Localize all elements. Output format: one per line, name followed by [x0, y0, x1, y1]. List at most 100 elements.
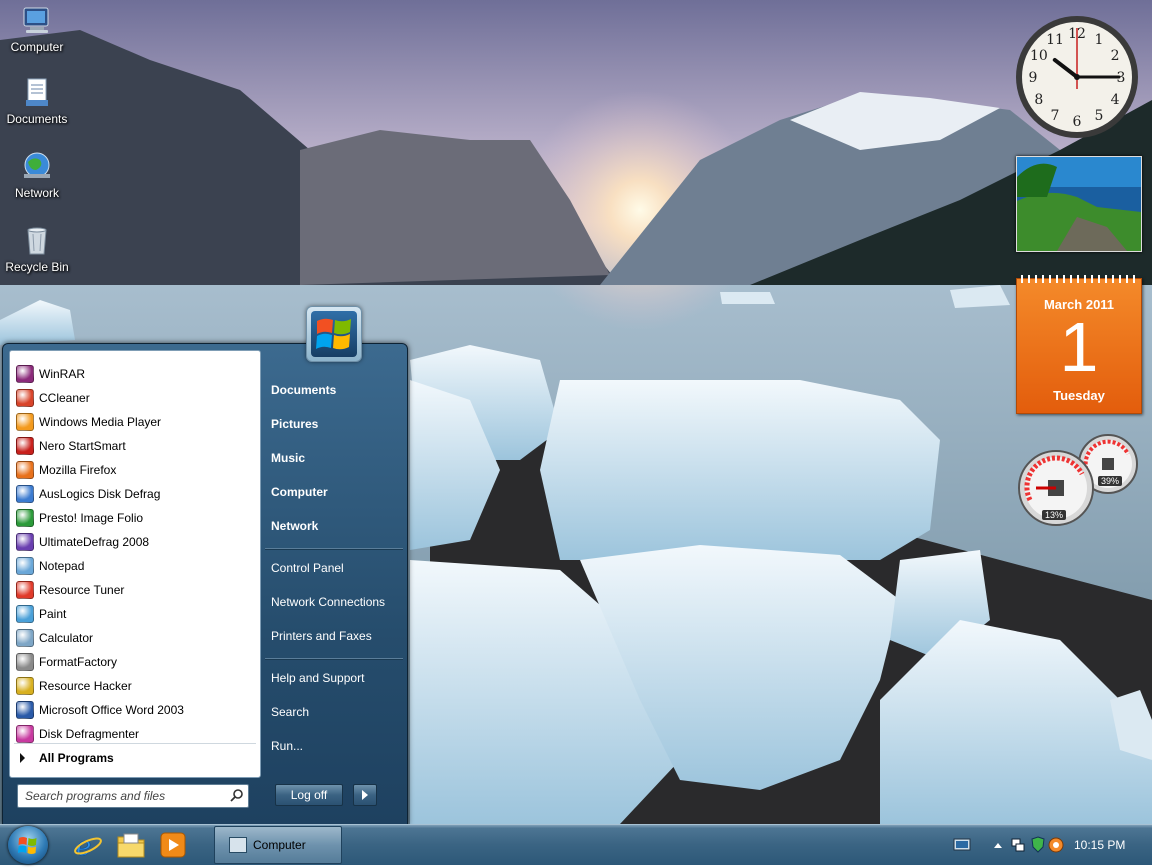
- resource-hacker-icon: [16, 677, 34, 695]
- ultimatedefrag-icon: [16, 533, 34, 551]
- network-icon: [20, 150, 54, 184]
- security-shield-icon[interactable]: [1030, 825, 1046, 865]
- image-folio-icon: [16, 509, 34, 527]
- calculator-icon: [16, 629, 34, 647]
- program-item[interactable]: Nero StartSmart: [16, 435, 254, 457]
- calendar-weekday: Tuesday: [1053, 388, 1105, 403]
- program-item[interactable]: Disk Defragmenter: [16, 723, 254, 745]
- update-tray-icon[interactable]: [1048, 825, 1064, 865]
- program-label: UltimateDefrag 2008: [39, 535, 150, 549]
- network-tray-icon[interactable]: [1010, 825, 1026, 865]
- start-link-network[interactable]: Network: [271, 519, 318, 533]
- taskbar-clock[interactable]: 10:15 PM: [1074, 838, 1125, 852]
- logoff-button[interactable]: Log off: [275, 784, 343, 806]
- desktop-icon-network[interactable]: Network: [0, 150, 74, 200]
- program-label: Resource Tuner: [39, 583, 125, 597]
- show-hidden-icons-button[interactable]: [992, 825, 1004, 865]
- start-link-printers-faxes[interactable]: Printers and Faxes: [271, 629, 372, 643]
- all-programs-label: All Programs: [39, 751, 114, 765]
- desktop-icon-recycle-bin[interactable]: Recycle Bin: [0, 224, 74, 274]
- nero-icon: [16, 437, 34, 455]
- program-item[interactable]: Resource Hacker: [16, 675, 254, 697]
- program-item[interactable]: CCleaner: [16, 387, 254, 409]
- media-player-icon[interactable]: [158, 831, 188, 859]
- program-item[interactable]: Calculator: [16, 627, 254, 649]
- desktop-icon-computer[interactable]: Computer: [0, 4, 74, 54]
- start-link-network-connections[interactable]: Network Connections: [271, 595, 385, 609]
- clock-numeral: 1: [1095, 32, 1104, 48]
- start-link-control-panel[interactable]: Control Panel: [271, 561, 344, 575]
- windows-logo-icon: [18, 837, 37, 854]
- program-item[interactable]: Presto! Image Folio: [16, 507, 254, 529]
- start-link-computer[interactable]: Computer: [271, 485, 328, 499]
- separator: [265, 658, 403, 660]
- program-label: AusLogics Disk Defrag: [39, 487, 161, 501]
- start-link-documents[interactable]: Documents: [271, 383, 336, 397]
- slideshow-photo: [1017, 157, 1141, 251]
- shutdown-options-button[interactable]: [353, 784, 377, 806]
- separator: [265, 548, 403, 550]
- paint-icon: [16, 605, 34, 623]
- start-link-run[interactable]: Run...: [271, 739, 303, 753]
- program-item[interactable]: Paint: [16, 603, 254, 625]
- clock-numeral: 8: [1034, 92, 1043, 108]
- program-label: Notepad: [39, 559, 85, 573]
- program-item[interactable]: FormatFactory: [16, 651, 254, 673]
- program-item[interactable]: Resource Tuner: [16, 579, 254, 601]
- program-item[interactable]: UltimateDefrag 2008: [16, 531, 254, 553]
- cpu-percent: 13%: [1042, 510, 1067, 520]
- show-desktop-icon[interactable]: [952, 825, 972, 865]
- slideshow-gadget[interactable]: [1016, 156, 1142, 252]
- taskbar-button-computer[interactable]: Computer: [214, 826, 342, 864]
- program-label: Calculator: [39, 631, 94, 645]
- all-programs-button[interactable]: All Programs: [20, 751, 114, 765]
- program-item[interactable]: Notepad: [16, 555, 254, 577]
- cpu-meter-dials: [1018, 434, 1138, 526]
- memory-percent: 39%: [1098, 476, 1123, 486]
- recycle-bin-icon: [20, 224, 54, 258]
- search-icon[interactable]: [230, 788, 244, 802]
- cpu-meter-gadget[interactable]: 13% 39%: [1016, 434, 1142, 526]
- start-link-pictures[interactable]: Pictures: [271, 417, 318, 431]
- separator: [14, 743, 256, 744]
- computer-icon: [229, 837, 247, 853]
- desktop-icon-label: Recycle Bin: [5, 260, 69, 274]
- program-label: Paint: [39, 607, 67, 621]
- windows-flag-icon: [311, 311, 357, 357]
- internet-explorer-icon[interactable]: e: [72, 831, 102, 862]
- calendar-gadget[interactable]: March 2011 1 Tuesday: [1016, 275, 1142, 414]
- start-button[interactable]: [8, 826, 48, 864]
- clock-numeral: 11: [1046, 32, 1064, 48]
- user-picture-tile[interactable]: [306, 306, 362, 362]
- desktop-icon-documents[interactable]: Documents: [0, 76, 74, 126]
- media-player-icon: [16, 413, 34, 431]
- clock-numeral: 6: [1073, 114, 1082, 130]
- clock-numeral: 4: [1111, 92, 1120, 108]
- clock-gadget[interactable]: 12 1 2 3 4 5 6 7 8 9 10 11: [1014, 14, 1140, 140]
- start-link-music[interactable]: Music: [271, 451, 305, 465]
- program-item[interactable]: Windows Media Player: [16, 411, 254, 433]
- word-icon: [16, 701, 34, 719]
- program-label: WinRAR: [39, 367, 86, 381]
- start-link-search[interactable]: Search: [271, 705, 309, 719]
- clock-numeral: 10: [1030, 48, 1048, 64]
- start-link-help-support[interactable]: Help and Support: [271, 671, 364, 685]
- disk-defragmenter-icon: [16, 725, 34, 743]
- formatfactory-icon: [16, 653, 34, 671]
- clock-numeral: 9: [1029, 70, 1038, 86]
- start-search-box[interactable]: [17, 784, 249, 808]
- desktop-icon-label: Computer: [10, 40, 64, 54]
- program-item[interactable]: WinRAR: [16, 363, 254, 385]
- taskbar: e Computer 10:15 PM: [0, 824, 1152, 865]
- search-input[interactable]: [23, 788, 223, 804]
- program-item[interactable]: Mozilla Firefox: [16, 459, 254, 481]
- program-item[interactable]: Microsoft Office Word 2003: [16, 699, 254, 721]
- file-explorer-icon[interactable]: [116, 831, 146, 859]
- program-label: Nero StartSmart: [39, 439, 126, 453]
- winrar-icon: [16, 365, 34, 383]
- clock-numeral: 2: [1111, 48, 1120, 64]
- analog-clock: 12 1234567891011: [1016, 16, 1138, 138]
- start-menu-programs-pane: WinRAR CCleaner Windows Media Player Nero S…: [9, 350, 261, 778]
- program-item[interactable]: AusLogics Disk Defrag: [16, 483, 254, 505]
- documents-icon: [20, 76, 54, 110]
